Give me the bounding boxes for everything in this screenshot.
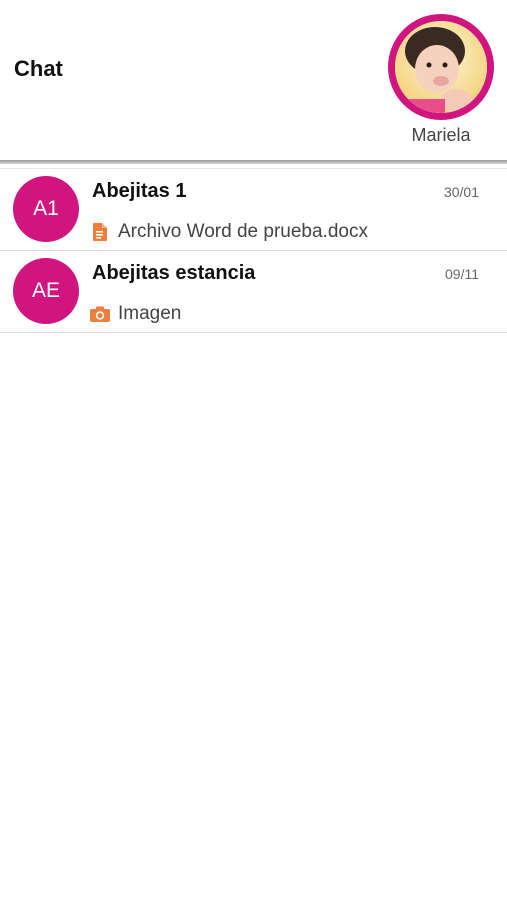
- profile-photo: [395, 21, 487, 113]
- document-icon: [90, 222, 110, 242]
- chat-name: Abejitas 1: [92, 180, 187, 202]
- camera-icon: [90, 304, 110, 324]
- chat-list-item[interactable]: A1 Abejitas 1 30/01 Archivo Word de prue…: [0, 168, 507, 251]
- chat-avatar: AE: [13, 258, 79, 324]
- chat-date: 30/01: [443, 184, 479, 200]
- app-header: Chat Mariela: [0, 0, 507, 162]
- last-message-preview: Imagen: [90, 303, 181, 325]
- last-message-text: Imagen: [118, 303, 182, 324]
- chat-avatar: A1: [13, 176, 79, 242]
- chat-list: A1 Abejitas 1 30/01 Archivo Word de prue…: [0, 168, 507, 333]
- profile-name: Mariela: [411, 125, 471, 145]
- page-title: Chat: [14, 56, 63, 81]
- chat-date: 09/11: [445, 266, 479, 282]
- last-message-preview: Archivo Word de prueba.docx: [90, 221, 368, 243]
- header-divider: [0, 160, 507, 164]
- chat-name: Abejitas estancia: [92, 262, 256, 284]
- last-message-text: Archivo Word de prueba.docx: [118, 221, 368, 242]
- profile-avatar[interactable]: [388, 14, 494, 120]
- chat-list-item[interactable]: AE Abejitas estancia 09/11 Imagen: [0, 251, 507, 333]
- profile-button[interactable]: Mariela: [388, 14, 494, 145]
